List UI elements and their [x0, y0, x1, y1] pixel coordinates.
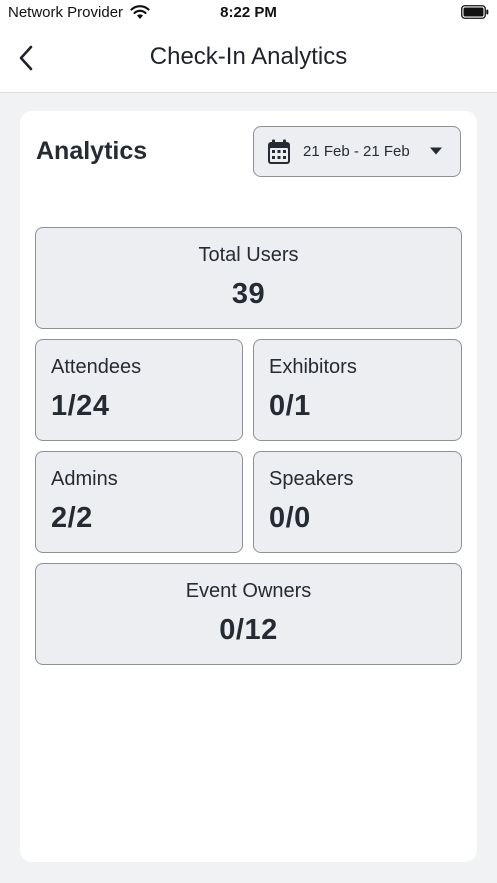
stat-value: 2/2: [51, 502, 93, 534]
speakers-tile: Speakers 0/0: [253, 451, 462, 553]
stat-label: Event Owners: [185, 580, 312, 602]
stat-label: Attendees: [51, 356, 142, 378]
exhibitors-tile: Exhibitors 0/1: [253, 339, 462, 441]
calendar-icon: [268, 139, 290, 164]
stat-value: 1/24: [51, 390, 110, 422]
navigation-bar: Check-In Analytics: [0, 26, 497, 93]
stat-label: Total Users: [198, 244, 299, 266]
stat-label: Admins: [51, 468, 118, 490]
event-owners-tile: Event Owners 0/12: [35, 563, 462, 665]
caret-down-icon: [430, 147, 442, 155]
attendees-tile: Attendees 1/24: [35, 339, 243, 441]
status-time: 8:22 PM: [220, 4, 277, 21]
stat-label: Exhibitors: [269, 356, 357, 378]
date-range-label: 21 Feb - 21 Feb: [303, 143, 410, 160]
stat-value: 0/1: [269, 390, 311, 422]
stat-value: 0/12: [219, 614, 278, 646]
date-range-picker[interactable]: 21 Feb - 21 Feb: [253, 126, 461, 177]
battery-icon: [461, 5, 489, 19]
total-users-tile: Total Users 39: [35, 227, 462, 329]
page-title: Check-In Analytics: [149, 43, 348, 70]
stat-value: 39: [231, 278, 266, 310]
stat-value: 0/0: [269, 502, 311, 534]
analytics-heading: Analytics: [36, 137, 148, 165]
stat-label: Speakers: [269, 468, 354, 490]
admins-tile: Admins 2/2: [35, 451, 243, 553]
status-bar: Network Provider 8:22 PM: [0, 0, 497, 26]
analytics-card: Analytics 21 Feb - 21 Feb Total Users 39…: [20, 111, 477, 862]
